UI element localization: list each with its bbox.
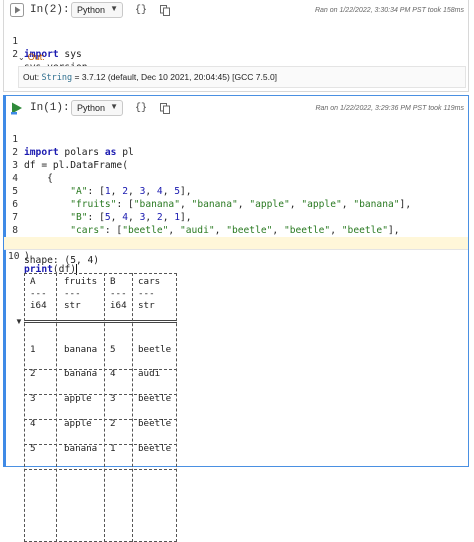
copy-icon[interactable] [160, 102, 170, 114]
table-cell: 5 [110, 344, 116, 355]
column-header: A [30, 276, 36, 287]
language-select[interactable]: Python ▼ [71, 2, 123, 18]
cell-toolbar: In(1): Python ▼ {} Ran on 1/22/2022, 3:2… [4, 98, 468, 118]
output-header[interactable]: ⌄ Out: [18, 52, 45, 62]
table-column-border [104, 273, 105, 542]
code-line: 7 "cars": ["beetle", "audi", "beetle", "… [4, 198, 468, 236]
cell-input-label: In(2): [30, 4, 70, 16]
code-line: 5 "fruits": ["banana", "banana", "apple"… [4, 172, 468, 210]
cell-input-label: In(1): [30, 102, 70, 114]
table-cell: beetle [138, 393, 172, 404]
table-cell: 4 [30, 418, 36, 429]
table-cell: banana [64, 344, 98, 355]
table-cell: apple [64, 418, 92, 429]
dataframe-table: A --- i64 fruits --- str B --- i64 cars --- str 1 ban… [24, 273, 177, 542]
cell-output: ⌄ Out: Out: String = 3.7.12 (default, Dec… [18, 52, 466, 92]
code-editor[interactable]: 1 import polars as pl 2 df = pl.DataFram… [4, 120, 468, 275]
run-icon[interactable] [10, 101, 24, 115]
chevron-down-icon: ▼ [110, 102, 118, 111]
table-cell: beetle [138, 344, 172, 355]
table-column-border [176, 273, 177, 542]
notebook-cell-2[interactable]: In(1): Python ▼ {} Ran on 1/22/2022, 3:2… [3, 95, 469, 542]
run-icon[interactable] [10, 3, 24, 17]
table-cell: 1 [110, 443, 116, 454]
table-cell: audi [138, 368, 161, 379]
column-header-rule: --- [110, 288, 127, 299]
table-cell: beetle [138, 418, 172, 429]
code-editor[interactable]: 1 import sys 2 sys.version [4, 22, 468, 73]
code-line: 8 } [4, 211, 468, 249]
column-header-rule: --- [30, 288, 47, 299]
table-cell: 4 [110, 368, 116, 379]
column-dtype: str [64, 300, 81, 311]
language-select-value: Python [77, 5, 106, 15]
copy-icon[interactable] [160, 4, 170, 16]
output-value: Out: String = 3.7.12 (default, Dec 10 20… [18, 66, 466, 88]
table-cell: 5 [30, 443, 36, 454]
code-line: 4 "A": [1, 2, 3, 4, 5], [4, 159, 468, 197]
column-header: fruits [64, 276, 98, 287]
run-status: Ran on 1/22/2022, 3:29:36 PM PST took 11… [315, 104, 464, 112]
table-border [24, 273, 177, 274]
table-column-border [24, 273, 25, 542]
cell-toolbar: In(2): Python ▼ {} Ran on 1/22/2022, 3:3… [4, 0, 468, 20]
column-dtype: i64 [30, 300, 47, 311]
output-label: Out: [27, 52, 45, 62]
code-line: 2 sys.version [4, 35, 468, 73]
notebook-cell-1[interactable]: In(2): Python ▼ {} Ran on 1/22/2022, 3:3… [3, 0, 469, 92]
output-equals: = [74, 72, 80, 82]
column-dtype: str [138, 300, 155, 311]
code-line: 9 ) [4, 224, 468, 262]
code-line: 2 df = pl.DataFrame( [4, 133, 468, 171]
language-select[interactable]: Python ▼ [71, 100, 123, 116]
braces-icon[interactable]: {} [135, 5, 147, 16]
code-line: 6 "B": [5, 4, 3, 2, 1], [4, 185, 468, 223]
table-cell: 2 [30, 368, 36, 379]
output-text: 3.7.12 (default, Dec 10 2021, 20:04:45) … [81, 72, 278, 82]
column-header: B [110, 276, 116, 287]
output-divider [4, 249, 468, 250]
line-number: 2 [12, 49, 18, 60]
triangle-down-icon[interactable]: ▼ [15, 317, 23, 326]
table-cell: 1 [30, 344, 36, 355]
braces-icon[interactable]: {} [135, 103, 147, 114]
language-select-value: Python [77, 103, 106, 113]
table-cell: apple [64, 393, 92, 404]
column-dtype: i64 [110, 300, 127, 311]
run-status: Ran on 1/22/2022, 3:30:34 PM PST took 15… [314, 6, 464, 14]
column-header-rule: --- [64, 288, 81, 299]
code-line: 1 import polars as pl [4, 120, 468, 158]
column-header: cars [138, 276, 161, 287]
output-prefix: Out: [23, 72, 40, 82]
chevron-down-icon: ⌄ [18, 53, 25, 62]
chevron-down-icon: ▼ [110, 4, 118, 13]
table-cell: banana [64, 443, 98, 454]
table-column-border [56, 273, 57, 542]
table-cell: 3 [110, 393, 116, 404]
line-number: 10 [8, 251, 20, 262]
output-type: String [41, 73, 73, 83]
table-cell: beetle [138, 443, 172, 454]
column-header-rule: --- [138, 288, 155, 299]
table-cell: banana [64, 368, 98, 379]
code-line: 3 { [4, 146, 468, 184]
table-column-border [132, 273, 133, 542]
header-separator [24, 320, 177, 323]
code-line: 1 import sys [4, 22, 468, 60]
table-cell: 2 [110, 418, 116, 429]
dataframe-shape: shape: (5, 4) [24, 255, 100, 266]
table-cell: 3 [30, 393, 36, 404]
